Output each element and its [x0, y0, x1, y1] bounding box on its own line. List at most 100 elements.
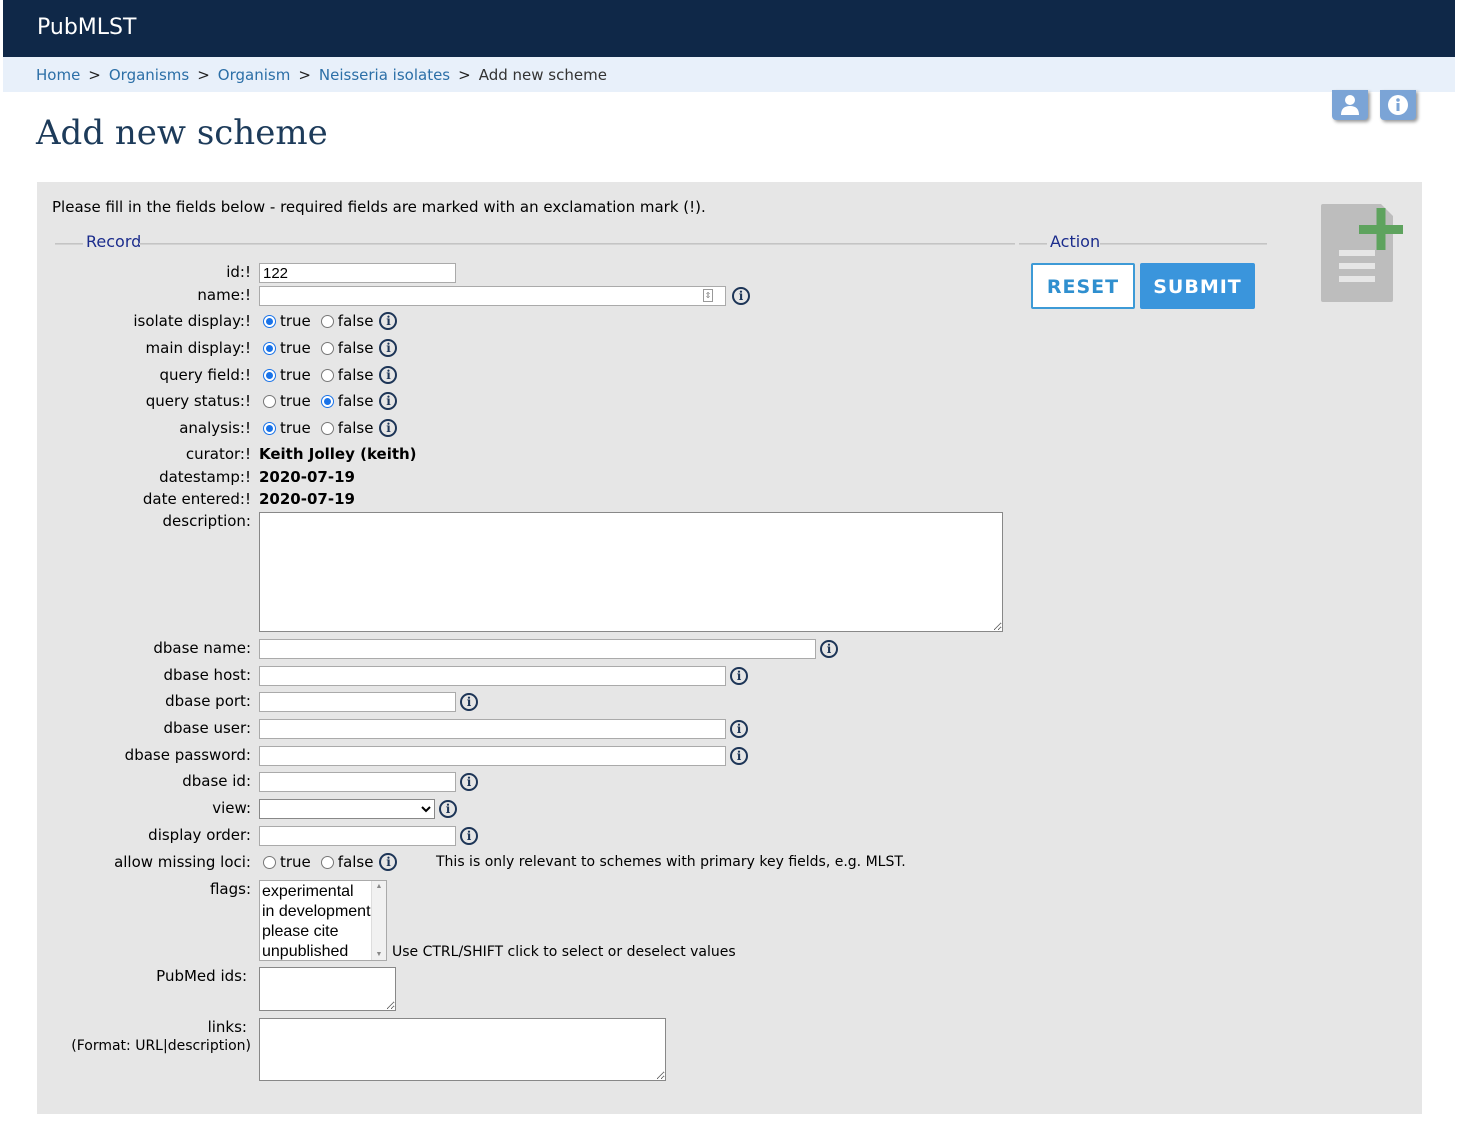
field-id: id:! — [37, 263, 1037, 287]
field-description: description: — [37, 512, 1037, 632]
info-icon[interactable]: i — [730, 747, 748, 765]
name-input[interactable] — [259, 286, 726, 306]
info-icon[interactable]: i — [460, 693, 478, 711]
add-document-icon — [1321, 204, 1407, 308]
links-textarea[interactable] — [259, 1018, 666, 1081]
fieldset-border — [1019, 243, 1047, 245]
flags-option[interactable]: in development — [262, 902, 384, 922]
radio-dot[interactable] — [320, 855, 334, 869]
field-view: view: i — [37, 799, 1037, 823]
dbase-name-input[interactable] — [259, 639, 816, 659]
radio-false-label: false — [337, 339, 374, 357]
info-icon[interactable]: i — [460, 773, 478, 791]
fieldset-border — [139, 243, 1015, 245]
analysis-label: analysis:! — [179, 419, 251, 437]
radio-dot[interactable] — [320, 341, 334, 355]
dbase-port-input[interactable] — [259, 692, 456, 712]
field-dbase-port: dbase port: i — [37, 692, 1037, 716]
curator-value: Keith Jolley (keith) — [259, 445, 417, 463]
site-brand[interactable]: PubMLST — [37, 15, 136, 40]
breadcrumb-separator: > — [88, 66, 101, 84]
query-field-label: query field:! — [159, 366, 251, 384]
description-label: description: — [162, 512, 251, 530]
info-icon[interactable]: i — [379, 339, 398, 357]
flags-scrollbar[interactable]: ▲ ▼ — [371, 881, 386, 960]
flags-note: Use CTRL/SHIFT click to select or desele… — [392, 944, 736, 960]
dbase-id-input[interactable] — [259, 772, 456, 792]
info-icon[interactable]: i — [379, 853, 398, 871]
radio-true-label: true — [280, 853, 311, 871]
radio-false-label: false — [337, 419, 374, 437]
info-icon[interactable]: i — [820, 640, 838, 658]
reset-button[interactable]: RESET — [1031, 263, 1135, 309]
radio-dot[interactable] — [320, 314, 334, 328]
main-display-label: main display:! — [145, 339, 251, 357]
id-input[interactable] — [259, 263, 456, 283]
display-order-input[interactable] — [259, 826, 456, 846]
breadcrumb-home[interactable]: Home — [36, 66, 80, 84]
main-display-false-radio[interactable]: false — [320, 339, 374, 357]
info-icon[interactable]: i — [732, 287, 750, 305]
info-icon[interactable]: i — [439, 800, 457, 818]
pubmed-ids-textarea[interactable] — [259, 967, 396, 1011]
main-display-true-radio[interactable]: true — [263, 339, 311, 357]
dbase-password-input[interactable] — [259, 746, 726, 766]
submit-button[interactable]: SUBMIT — [1140, 263, 1255, 309]
breadcrumb-organism[interactable]: Organism — [218, 66, 291, 84]
breadcrumb-neisseria-isolates[interactable]: Neisseria isolates — [319, 66, 450, 84]
field-pubmed-ids: PubMed ids: — [37, 967, 1037, 1011]
query-status-false-radio[interactable]: false — [320, 392, 373, 410]
isolate-display-false-radio[interactable]: false — [320, 312, 374, 330]
breadcrumb-organisms[interactable]: Organisms — [109, 66, 189, 84]
dbase-name-label: dbase name: — [153, 639, 251, 657]
user-icon[interactable] — [1332, 90, 1368, 120]
breadcrumb: Home > Organisms > Organism > Neisseria isolat… — [3, 57, 1455, 92]
autofill-icon[interactable]: ⇕ — [703, 289, 713, 302]
breadcrumb-separator: > — [298, 66, 311, 84]
flags-option[interactable]: please cite — [262, 922, 384, 942]
allow-missing-loci-true-radio[interactable]: true — [263, 853, 311, 871]
scroll-up-icon[interactable]: ▲ — [372, 883, 386, 890]
radio-false-label: false — [337, 312, 374, 330]
radio-dot[interactable] — [263, 855, 276, 869]
radio-dot[interactable] — [320, 368, 334, 382]
radio-selected-dot[interactable] — [320, 394, 334, 408]
info-icon[interactable]: i — [379, 312, 398, 330]
info-icon[interactable]: i — [379, 366, 398, 384]
dbase-host-input[interactable] — [259, 666, 726, 686]
radio-selected-dot[interactable] — [263, 341, 276, 355]
query-field-true-radio[interactable]: true — [263, 366, 311, 384]
field-analysis: analysis:! true false i — [37, 419, 1037, 443]
info-icon[interactable]: i — [460, 827, 478, 845]
radio-selected-dot[interactable] — [263, 368, 276, 382]
flags-listbox[interactable]: experimental in development please cite … — [259, 880, 387, 961]
radio-dot[interactable] — [320, 421, 334, 435]
view-select[interactable] — [259, 799, 435, 819]
header-toolbar — [1332, 90, 1416, 120]
id-label: id:! — [226, 263, 251, 281]
dbase-user-input[interactable] — [259, 719, 726, 739]
isolate-display-label: isolate display:! — [133, 312, 251, 330]
allow-missing-loci-note: This is only relevant to schemes with pr… — [436, 854, 906, 870]
description-textarea[interactable] — [259, 512, 1003, 632]
curator-label: curator:! — [185, 445, 251, 463]
allow-missing-loci-false-radio[interactable]: false — [320, 853, 373, 871]
info-icon[interactable]: i — [379, 392, 398, 410]
analysis-false-radio[interactable]: false — [320, 419, 374, 437]
radio-dot[interactable] — [263, 394, 276, 408]
flags-option[interactable]: unpublished — [262, 942, 384, 960]
radio-selected-dot[interactable] — [263, 314, 276, 328]
radio-selected-dot[interactable] — [263, 421, 276, 435]
query-status-true-radio[interactable]: true — [263, 392, 311, 410]
info-icon[interactable]: i — [379, 419, 398, 437]
breadcrumb-current: Add new scheme — [478, 66, 607, 84]
info-icon[interactable]: i — [730, 720, 748, 738]
isolate-display-true-radio[interactable]: true — [263, 312, 311, 330]
info-icon[interactable]: i — [730, 667, 748, 685]
name-label: name:! — [197, 286, 251, 304]
analysis-true-radio[interactable]: true — [263, 419, 311, 437]
flags-option[interactable]: experimental — [262, 882, 384, 902]
query-field-false-radio[interactable]: false — [320, 366, 373, 384]
help-icon[interactable] — [1380, 90, 1416, 120]
scroll-down-icon[interactable]: ▼ — [372, 951, 386, 958]
